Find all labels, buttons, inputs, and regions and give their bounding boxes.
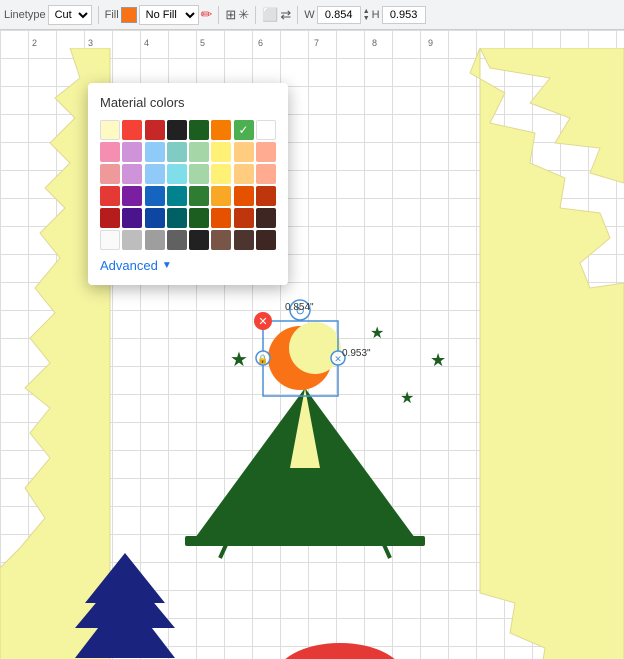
linetype-section: Linetype Cut (4, 5, 92, 25)
fill-section: Fill No Fill ✏ (105, 5, 213, 25)
swatch-brown2[interactable] (211, 230, 231, 250)
advanced-label[interactable]: Advanced (100, 258, 158, 273)
swatch-amber1[interactable] (211, 186, 231, 206)
swatch-purple4[interactable] (122, 208, 142, 228)
swatch-white[interactable] (100, 230, 120, 250)
color-row-6 (100, 230, 276, 250)
swatch-darkgreen[interactable] (189, 120, 209, 140)
swatch-red3[interactable] (100, 208, 120, 228)
star-4: ★ (370, 325, 384, 342)
size-section: W ▲▼ H (304, 6, 425, 24)
swatch-yellow1[interactable] (211, 142, 231, 162)
swatch-orange2[interactable] (234, 164, 254, 184)
fill-color-swatch[interactable] (121, 7, 137, 23)
swatch-deeporange1[interactable] (234, 186, 254, 206)
swatch-r6-8[interactable] (256, 230, 276, 250)
separator-4 (297, 6, 298, 24)
swatch-purple2[interactable] (122, 164, 142, 184)
zigzag-right (470, 48, 624, 659)
swatch-r4-8[interactable] (256, 186, 276, 206)
fill-label: Fill (105, 9, 119, 21)
separator-2 (218, 6, 219, 24)
swatch-orange3[interactable] (211, 208, 231, 228)
pen-icon[interactable]: ✏ (201, 6, 213, 23)
swatch-gray1[interactable] (122, 230, 142, 250)
red-semicircle[interactable] (275, 643, 405, 659)
arrange-icon: ⬜ (262, 7, 278, 23)
flip-icon: ⇄ (280, 7, 291, 23)
separator-3 (255, 6, 256, 24)
swatch-purple3[interactable] (122, 186, 142, 206)
color-row-3 (100, 164, 276, 184)
fill-select[interactable]: No Fill (139, 5, 199, 25)
swatch-r1-8[interactable] (256, 120, 276, 140)
width-input[interactable] (317, 6, 361, 24)
swatch-lightyellow[interactable] (100, 120, 120, 140)
swatch-blue3[interactable] (145, 186, 165, 206)
star-2: ★ (430, 350, 446, 370)
swatch-green4[interactable] (189, 208, 209, 228)
delete-icon: ✕ (258, 316, 267, 328)
swatch-red[interactable] (122, 120, 142, 140)
swatch-blue4[interactable] (145, 208, 165, 228)
star-3: ★ (400, 390, 414, 407)
swatch-cyan2[interactable] (167, 208, 187, 228)
moon-cutout (289, 322, 341, 374)
color-picker-title: Material colors (100, 95, 276, 110)
swatch-pink2[interactable] (100, 164, 120, 184)
swatch-pink1[interactable] (100, 142, 120, 162)
swatch-green-selected[interactable] (234, 120, 254, 140)
swatch-red2[interactable] (100, 186, 120, 206)
width-spinner[interactable]: ▲▼ (363, 8, 370, 22)
lock-icon: 🔒 (257, 354, 268, 364)
swatch-r2-8[interactable] (256, 142, 276, 162)
color-row-5 (100, 208, 276, 228)
swatch-green3[interactable] (189, 186, 209, 206)
swatch-r5-8[interactable] (256, 208, 276, 228)
swatch-blue2[interactable] (145, 164, 165, 184)
swatch-blue1[interactable] (145, 142, 165, 162)
swatch-brown3[interactable] (234, 230, 254, 250)
chevron-down-icon[interactable]: ▼ (162, 260, 172, 271)
swatch-green2[interactable] (189, 164, 209, 184)
swatch-r3-8[interactable] (256, 164, 276, 184)
edit-icon: ✳ (238, 7, 249, 23)
swatch-cyan1[interactable] (167, 164, 187, 184)
canvas-area[interactable]: 2 3 4 5 6 7 8 9 ★ ★ (0, 30, 624, 659)
swatch-teal1[interactable] (167, 142, 187, 162)
swatch-gray4[interactable] (189, 230, 209, 250)
swatch-orange1[interactable] (234, 142, 254, 162)
height-input[interactable] (382, 6, 426, 24)
swatch-yellow2[interactable] (211, 164, 231, 184)
handle-right-icon: ✕ (334, 354, 342, 364)
linetype-select[interactable]: Cut (48, 5, 92, 25)
swatch-purple1[interactable] (122, 142, 142, 162)
swatch-gray3[interactable] (167, 230, 187, 250)
swatch-black[interactable] (167, 120, 187, 140)
swatch-gray2[interactable] (145, 230, 165, 250)
toolbar: Linetype Cut Fill No Fill ✏ ⊞ ✳ ⬜ ⇄ W ▲▼… (0, 0, 624, 30)
tent-ground (185, 536, 425, 546)
color-row-2 (100, 142, 276, 162)
linetype-label: Linetype (4, 9, 46, 21)
swatch-darkred[interactable] (145, 120, 165, 140)
drawing-layer: ★ ★ ★ ★ ↻ 🔒 ✕ (0, 48, 624, 659)
star-1: ★ (230, 349, 248, 371)
color-picker-popup: Material colors (88, 83, 288, 285)
dim-label-width: 0.854" (285, 302, 314, 313)
separator-1 (98, 6, 99, 24)
swatch-teal2[interactable] (167, 186, 187, 206)
color-row-4 (100, 186, 276, 206)
color-row-1 (100, 120, 276, 140)
swatch-green1[interactable] (189, 142, 209, 162)
arrange-section: ⬜ ⇄ (262, 7, 291, 23)
swatch-orange[interactable] (211, 120, 231, 140)
dim-label-height: 0.953" (342, 348, 371, 359)
height-label: H (372, 9, 380, 21)
swatch-brown1[interactable] (234, 208, 254, 228)
advanced-row[interactable]: Advanced ▼ (100, 258, 276, 273)
move-icon: ⊞ (225, 7, 236, 23)
select-fill-section: ⊞ ✳ (225, 7, 249, 23)
width-label: W (304, 9, 314, 21)
